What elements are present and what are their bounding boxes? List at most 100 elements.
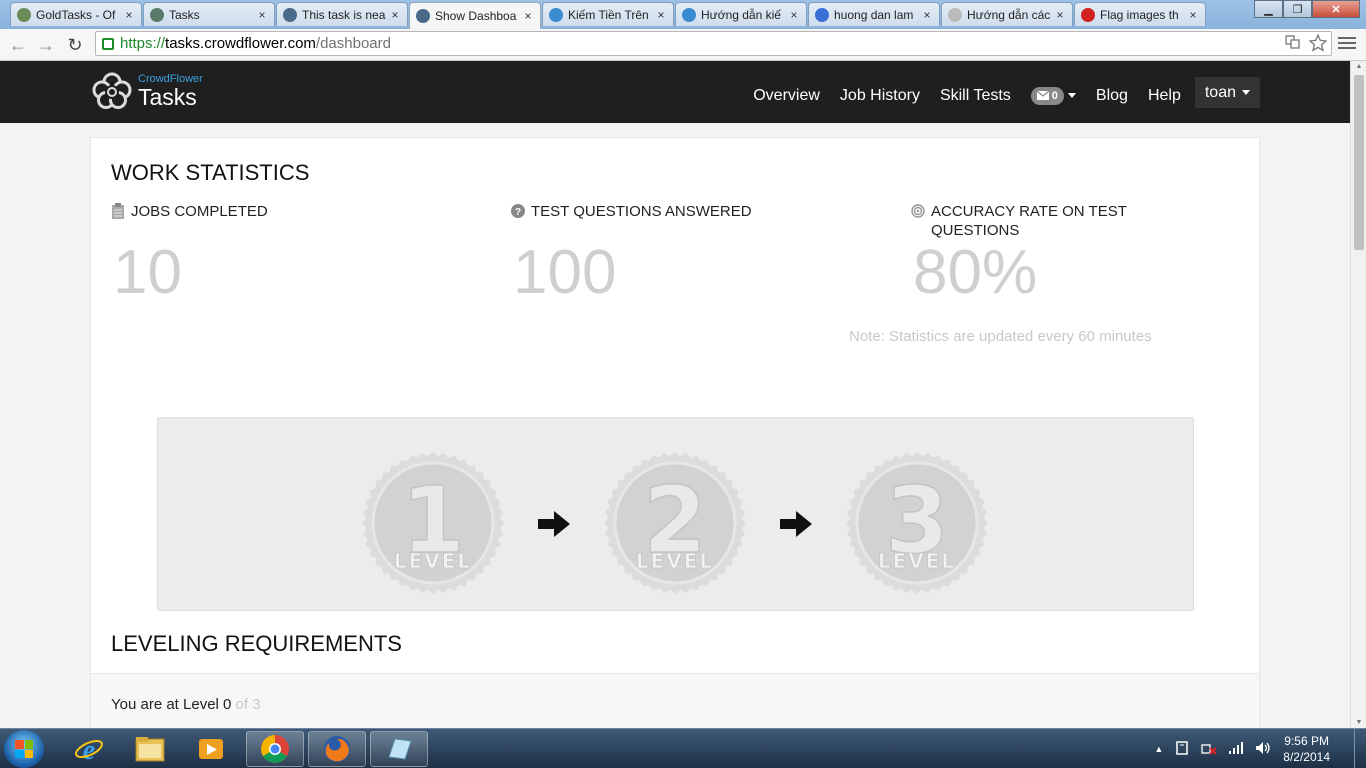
close-window-button[interactable]: ✕ <box>1312 0 1360 18</box>
scroll-down-icon[interactable]: ▼ <box>1354 719 1364 726</box>
forward-button[interactable]: → <box>34 33 58 57</box>
current-level-text: You are at Level 0 of 3 <box>111 696 261 713</box>
browser-tab[interactable]: Show Dashboa × <box>409 2 541 29</box>
tab-close-icon[interactable]: × <box>921 8 933 22</box>
level-label: LEVEL <box>878 549 956 573</box>
nav-job-history[interactable]: Job History <box>840 87 920 105</box>
tab-close-icon[interactable]: × <box>1187 8 1199 22</box>
tab-favicon-icon <box>682 7 696 22</box>
messages-dropdown[interactable]: 0 <box>1030 86 1076 105</box>
tab-title: Hướng dẫn các <box>967 7 1051 22</box>
media-player-icon <box>199 739 223 759</box>
volume-icon[interactable] <box>1255 741 1271 758</box>
browser-tab[interactable]: This task is nea × <box>276 2 408 26</box>
signal-icon[interactable] <box>1229 741 1244 757</box>
user-name: toan <box>1204 83 1236 101</box>
tab-close-icon[interactable]: × <box>256 8 268 22</box>
chevron-down-icon <box>1242 90 1250 95</box>
stat-label: TEST QUESTIONS ANSWERED <box>531 203 752 220</box>
minimize-button[interactable]: ▁ <box>1254 0 1283 18</box>
firefox-icon <box>324 736 350 762</box>
stat-label: ACCURACY RATE ON TEST QUESTIONS <box>931 203 1127 239</box>
question-icon: ? <box>511 204 525 218</box>
start-button[interactable] <box>4 730 44 768</box>
scrollbar-thumb[interactable] <box>1354 75 1364 250</box>
maximize-button[interactable]: ❐ <box>1283 0 1312 18</box>
taskbar-firefox[interactable] <box>308 731 366 767</box>
taskbar-chrome[interactable] <box>246 731 304 767</box>
arrow-right-icon <box>538 511 570 537</box>
tab-favicon-icon <box>283 7 297 22</box>
level-label: LEVEL <box>636 549 714 573</box>
browser-tab[interactable]: Kiếm Tiền Trên × <box>542 2 674 26</box>
bookmark-star-icon[interactable] <box>1308 33 1328 56</box>
window-controls: ▁ ❐ ✕ <box>1254 0 1360 18</box>
browser-toolbar: ← → ↻ https:// tasks.crowdflower.com /da… <box>0 29 1366 61</box>
tab-title: Show Dashboa <box>435 9 517 23</box>
tab-close-icon[interactable]: × <box>1054 8 1066 22</box>
envelope-icon <box>1036 91 1049 100</box>
svg-text:e: e <box>83 735 95 764</box>
crowdflower-logo-icon <box>90 71 134 111</box>
tab-close-icon[interactable]: × <box>389 8 401 22</box>
tab-title: Flag images th <box>1100 7 1179 22</box>
reload-button[interactable]: ↻ <box>63 33 87 57</box>
level-status-bar: You are at Level 0 of 3 <box>91 673 1259 728</box>
browser-tab[interactable]: huong dan lam × <box>808 2 940 26</box>
tab-close-icon[interactable]: × <box>788 8 800 22</box>
system-tray: ▲ 9:56 PM 8/2/2014 <box>1154 729 1354 768</box>
show-hidden-icons-icon[interactable]: ▲ <box>1154 744 1163 754</box>
tab-close-icon[interactable]: × <box>123 8 135 22</box>
browser-tab[interactable]: Flag images th × <box>1074 2 1206 26</box>
address-bar[interactable]: https:// tasks.crowdflower.com /dashboar… <box>95 31 1332 56</box>
tab-close-icon[interactable]: × <box>522 9 534 23</box>
url-host: tasks.crowdflower.com <box>165 35 316 52</box>
tab-favicon-icon <box>17 7 31 22</box>
tab-favicon-icon <box>948 7 962 22</box>
stat-value: 10 <box>113 238 182 307</box>
taskbar-app[interactable] <box>370 731 428 767</box>
browser-tab[interactable]: GoldTasks - Of × <box>10 2 142 26</box>
page-scrollbar[interactable]: ▲ ▼ <box>1350 61 1366 728</box>
web-page: CrowdFlower Tasks Overview Job History S… <box>0 61 1350 728</box>
statistics-note: Note: Statistics are updated every 60 mi… <box>849 328 1152 345</box>
site-navbar: CrowdFlower Tasks Overview Job History S… <box>0 61 1350 123</box>
tab-title: Tasks <box>169 7 200 22</box>
taskbar-file-explorer[interactable] <box>121 731 179 767</box>
folder-icon <box>135 737 165 762</box>
show-desktop-button[interactable] <box>1354 729 1366 768</box>
device-icon[interactable] <box>1175 740 1189 758</box>
browser-tab[interactable]: Hướng dẫn các × <box>941 2 1073 26</box>
clipboard-icon <box>111 203 125 219</box>
stat-label: JOBS COMPLETED <box>131 203 268 220</box>
tab-close-icon[interactable]: × <box>655 8 667 22</box>
brand-logo[interactable]: CrowdFlower Tasks <box>90 71 203 111</box>
level-1-badge: 1LEVEL <box>362 452 504 594</box>
chrome-icon <box>261 735 289 763</box>
browser-tab[interactable]: Tasks × <box>143 2 275 26</box>
taskbar-media-player[interactable] <box>182 731 240 767</box>
app-window-icon <box>388 738 412 760</box>
nav-help[interactable]: Help <box>1148 87 1181 105</box>
system-clock[interactable]: 9:56 PM 8/2/2014 <box>1283 733 1330 765</box>
browser-tab[interactable]: Hướng dẫn kiế × <box>675 2 807 26</box>
translate-icon[interactable] <box>1285 34 1301 56</box>
level-2-badge: 2LEVEL <box>604 452 746 594</box>
scroll-up-icon[interactable]: ▲ <box>1354 63 1364 70</box>
lock-icon <box>102 37 114 50</box>
taskbar-internet-explorer[interactable]: e <box>60 731 118 767</box>
tab-title: GoldTasks - Of <box>36 7 116 22</box>
back-button[interactable]: ← <box>6 33 30 57</box>
tab-favicon-icon <box>1081 7 1095 22</box>
nav-overview[interactable]: Overview <box>753 87 820 105</box>
current-level: You are at Level 0 <box>111 696 232 713</box>
target-icon <box>911 204 925 218</box>
nav-blog[interactable]: Blog <box>1096 87 1128 105</box>
browser-menu-icon[interactable] <box>1338 34 1356 52</box>
stat-accuracy-rate: ACCURACY RATE ON TEST QUESTIONS 80% <box>911 202 1131 308</box>
nav-skill-tests[interactable]: Skill Tests <box>940 87 1011 105</box>
stat-jobs-completed: JOBS COMPLETED 10 <box>111 202 491 308</box>
network-error-icon[interactable] <box>1201 741 1217 758</box>
user-menu[interactable]: toan <box>1194 77 1260 108</box>
windows-logo-icon <box>15 740 33 758</box>
